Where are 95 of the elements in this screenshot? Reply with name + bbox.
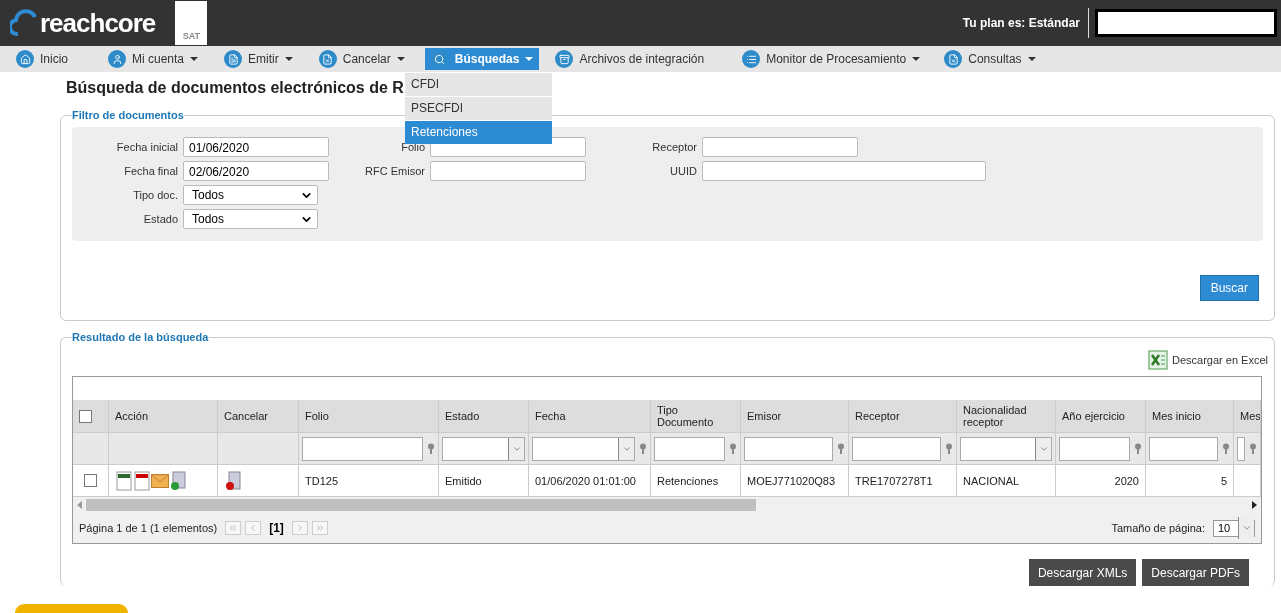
current-page: [1] — [269, 521, 284, 535]
last-page-button[interactable] — [311, 521, 328, 535]
double-chevron-right-icon — [314, 523, 325, 533]
menu-item[interactable]: CFDI — [405, 72, 552, 96]
document-icon — [224, 50, 243, 68]
nav-menu-item[interactable]: Inicio — [10, 48, 74, 70]
page-title: Búsqueda de documentos electrónicos de R — [66, 79, 404, 97]
envelope-icon[interactable] — [151, 473, 169, 488]
download-button[interactable]: Descargar XMLs — [1028, 559, 1137, 586]
certification-badge: SAT — [175, 1, 208, 45]
previous-page-button[interactable] — [245, 521, 262, 535]
filter-field[interactable] — [1237, 436, 1245, 461]
pdf-file-icon[interactable] — [133, 470, 151, 491]
filter-field[interactable] — [1149, 436, 1218, 461]
filter-field[interactable] — [302, 436, 423, 461]
input-field[interactable] — [702, 137, 858, 157]
chevron-down-icon — [1241, 523, 1252, 533]
nav-menu-item[interactable]: Monitor de Procesamiento — [736, 48, 927, 70]
spreadsheet-icon[interactable] — [1148, 350, 1168, 370]
document-icon — [318, 50, 337, 68]
filter-field[interactable] — [852, 436, 941, 461]
table-cell: NACIONAL — [963, 474, 1020, 487]
select-field[interactable]: Todos — [183, 185, 318, 205]
field-label: RFC Emisor — [364, 165, 425, 177]
header-checkbox[interactable] — [79, 409, 92, 423]
dropdown-button[interactable] — [1035, 437, 1051, 460]
field-label: Fecha inicial — [115, 141, 178, 153]
nav-menu-item[interactable]: Consultas — [938, 48, 1042, 70]
filter-icon[interactable] — [427, 443, 435, 454]
filter-field[interactable] — [1059, 436, 1130, 461]
filter-icon[interactable] — [945, 443, 953, 454]
home-icon — [16, 50, 34, 68]
nav-menu-item[interactable]: Búsquedas — [424, 48, 540, 70]
filter-field[interactable] — [744, 436, 833, 461]
cancel-document-icon[interactable] — [224, 470, 242, 491]
filter-icon[interactable] — [639, 443, 647, 454]
dropdown-button[interactable] — [618, 437, 634, 460]
row-checkbox[interactable] — [84, 474, 97, 487]
archive-icon — [555, 50, 574, 68]
plan-label: Tu plan es: Estándar — [962, 8, 1089, 38]
help-tab[interactable] — [15, 604, 128, 613]
scroll-right-icon[interactable] — [1252, 501, 1257, 509]
search-button[interactable]: Buscar — [1199, 275, 1259, 301]
filter-select[interactable] — [532, 436, 635, 461]
field-label: UUID — [669, 165, 697, 177]
user-icon — [108, 50, 126, 68]
section-legend: Resultado de la búsqueda — [72, 331, 209, 343]
nav-menu-item[interactable]: Archivos de integración — [549, 48, 711, 70]
xml-file-icon[interactable] — [115, 470, 133, 491]
nav-menu-item[interactable]: Mi cuenta — [102, 48, 205, 70]
table-cell: 2020 — [1114, 474, 1139, 487]
page-size-select[interactable]: 10 — [1213, 519, 1255, 537]
filter-select[interactable] — [442, 436, 525, 461]
field-label: Estado — [142, 213, 178, 225]
download-icon[interactable] — [169, 470, 187, 491]
table-cell: 5 — [1220, 474, 1227, 487]
filter-icon[interactable] — [1222, 443, 1230, 454]
field-label: Fecha final — [123, 165, 178, 177]
download-button[interactable]: Descargar PDFs — [1142, 559, 1249, 586]
double-chevron-left-icon — [228, 523, 239, 533]
logo-text: reachcore — [40, 7, 156, 39]
filter-select[interactable] — [960, 436, 1052, 461]
table-cell: Emitido — [445, 474, 482, 487]
input-field[interactable]: 01/06/2020 — [183, 137, 329, 157]
first-page-button[interactable] — [225, 521, 242, 535]
list-icon — [742, 50, 761, 68]
document-icon — [944, 50, 963, 68]
page-size-label: Tamaño de página: — [1111, 522, 1205, 534]
filter-icon[interactable] — [729, 443, 737, 454]
table-cell: TRE1707278T1 — [855, 474, 933, 487]
next-page-button[interactable] — [291, 521, 308, 535]
section-legend: Filtro de documentos — [72, 109, 184, 121]
filter-field[interactable] — [654, 436, 725, 461]
table-cell: Retenciones — [657, 474, 719, 487]
filter-icon[interactable] — [1134, 443, 1142, 454]
pager-info: Página 1 de 1 (1 elementos) — [79, 522, 218, 534]
table-cell: TD125 — [305, 474, 339, 487]
nav-menu-item[interactable]: Emitir — [218, 48, 299, 70]
input-field[interactable] — [430, 161, 586, 181]
table-cell: 01/06/2020 01:01:00 — [535, 474, 636, 487]
field-label: Receptor — [651, 141, 697, 153]
nav-menu-item[interactable]: Cancelar — [312, 48, 411, 70]
table-cell: MOEJ771020Q83 — [747, 474, 836, 487]
select-field[interactable]: Todos — [183, 209, 318, 229]
filter-icon[interactable] — [1249, 443, 1257, 454]
dropdown-button[interactable] — [508, 437, 524, 460]
scroll-left-icon[interactable] — [77, 501, 82, 509]
search-icon — [430, 50, 449, 68]
scrollbar-thumb[interactable] — [86, 499, 756, 511]
input-field[interactable] — [702, 161, 986, 181]
filter-icon[interactable] — [837, 443, 845, 454]
field-label: Tipo doc. — [132, 189, 178, 201]
menu-item[interactable]: Retenciones — [405, 120, 552, 144]
excel-download-link[interactable]: Descargar en Excel — [1172, 354, 1268, 366]
input-field[interactable]: 02/06/2020 — [183, 161, 329, 181]
